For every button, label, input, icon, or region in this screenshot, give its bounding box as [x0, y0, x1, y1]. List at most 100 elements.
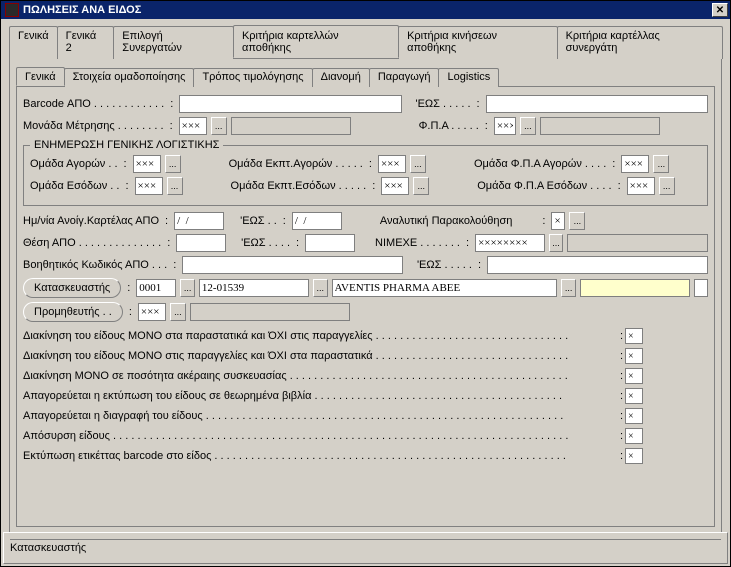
om-ekpt-agoron-pick[interactable]: ...	[410, 155, 426, 173]
supplier-button[interactable]: Προμηθευτής . .	[23, 302, 123, 322]
om-fpa-agoron-input[interactable]	[621, 155, 649, 173]
manuf-code2-input[interactable]	[199, 279, 309, 297]
check-label-2: Διακίνηση του είδους ΜΟΝΟ στις παραγγελί…	[23, 350, 618, 362]
nimexe-desc	[567, 234, 708, 252]
ellipsis-icon: ...	[658, 159, 666, 169]
label-om-ekpt-esodon: Ομάδα Εκπτ.Εσόδων . . . . .	[231, 180, 367, 192]
tab-kritiria-kartellon-apothikis[interactable]: Κριτήρια καρτελλών αποθήκης	[233, 25, 399, 58]
thesi-from-input[interactable]	[176, 234, 226, 252]
mm-code-input[interactable]	[179, 117, 207, 135]
anal-par-pick[interactable]: ...	[569, 212, 585, 230]
inner-tab-dianomi[interactable]: Διανομή	[312, 68, 370, 87]
om-agoron-pick[interactable]: ...	[165, 155, 181, 173]
tab-genika[interactable]: Γενικά	[9, 26, 58, 59]
label-barcode-from: Barcode ΑΠΟ . . . . . . . . . . . .	[23, 98, 164, 110]
check-label-1: Διακίνηση του είδους ΜΟΝΟ στα παραστατικ…	[23, 330, 618, 342]
supplier-code-input[interactable]	[138, 303, 166, 321]
label-thesi-to: 'ΕΩΣ . . . .	[241, 237, 290, 249]
ellipsis-icon: ...	[316, 283, 324, 293]
label-om-ekpt-agoron: Ομάδα Εκπτ.Αγορών . . . . .	[229, 158, 363, 170]
om-fpa-esodon-input[interactable]	[627, 177, 655, 195]
tab-genika2[interactable]: Γενικά 2	[57, 26, 115, 59]
window-title: ΠΩΛΗΣΕΙΣ ΑΝΑ ΕΙΔΟΣ	[23, 4, 712, 16]
manuf-code2-pick[interactable]: ...	[313, 279, 328, 297]
tab-epilogi-synergaton[interactable]: Επιλογή Συνεργατών	[113, 26, 234, 59]
label-hm-open-to: 'ΕΩΣ . .	[240, 215, 277, 227]
label-fpa: Φ.Π.Α . . . . .	[419, 120, 479, 132]
inner-tab-logistics[interactable]: Logistics	[438, 68, 499, 87]
fpa-code-input[interactable]	[494, 117, 516, 135]
manufacturer-button[interactable]: Κατασκευαστής	[23, 278, 121, 298]
tab-kritiria-kartellas-synergati[interactable]: Κριτήρια καρτέλλας συνεργάτη	[557, 26, 723, 59]
om-fpa-esodon-pick[interactable]: ...	[659, 177, 675, 195]
check-row: Διακίνηση του είδους ΜΟΝΟ στις παραγγελί…	[23, 348, 643, 364]
ellipsis-icon: ...	[417, 181, 425, 191]
supplier-desc-input	[190, 303, 350, 321]
label-barcode-to: 'ΕΩΣ . . . . .	[416, 98, 471, 110]
anal-par-input[interactable]	[551, 212, 565, 230]
om-esodon-pick[interactable]: ...	[167, 177, 183, 195]
client-area: Γενικά Γενικά 2 Επιλογή Συνεργατών Κριτή…	[1, 19, 730, 537]
inner-tab-paragogi[interactable]: Παραγωγή	[369, 68, 440, 87]
manuf-name-input[interactable]	[332, 279, 558, 297]
ellipsis-icon: ...	[524, 121, 532, 131]
inner-tab-tropos-timologisis[interactable]: Τρόπος τιμολόγησης	[193, 68, 312, 87]
check-label-5: Απαγορεύεται η διαγραφή του είδους . . .…	[23, 410, 618, 422]
ellipsis-icon: ...	[565, 283, 573, 293]
voith-to-input[interactable]	[487, 256, 708, 274]
label-thesi-from: Θέση ΑΠΟ . . . . . . . . . . . . . .	[23, 237, 161, 249]
om-fpa-agoron-pick[interactable]: ...	[653, 155, 669, 173]
mm-desc-input	[231, 117, 351, 135]
nimexe-pick[interactable]: ...	[549, 234, 563, 252]
manuf-code1-input[interactable]	[136, 279, 176, 297]
check-input-2[interactable]	[625, 348, 643, 364]
label-mm: Μονάδα Μέτρησης . . . . . . . .	[23, 120, 164, 132]
supplier-code-pick[interactable]: ...	[170, 303, 186, 321]
check-input-6[interactable]	[625, 428, 643, 444]
close-button[interactable]: ✕	[712, 3, 728, 17]
app-window: ΠΩΛΗΣΕΙΣ ΑΝΑ ΕΙΔΟΣ ✕ Γενικά Γενικά 2 Επι…	[0, 0, 731, 567]
label-om-agoron: Ομάδα Αγορών . .	[30, 158, 118, 170]
inner-tab-genika[interactable]: Γενικά	[16, 67, 65, 86]
tab-kritiria-kiniseon-apothikis[interactable]: Κριτήρια κινήσεων αποθήκης	[398, 26, 558, 59]
check-input-7[interactable]	[625, 448, 643, 464]
om-ekpt-esodon-input[interactable]	[381, 177, 409, 195]
mm-pick-button[interactable]: ...	[211, 117, 227, 135]
label-nimexe: ΝΙΜΕΧΕ . . . . . . .	[375, 237, 460, 249]
manuf-name-pick[interactable]: ...	[561, 279, 576, 297]
manuf-extra-input[interactable]	[580, 279, 690, 297]
check-input-4[interactable]	[625, 388, 643, 404]
nimexe-input[interactable]	[475, 234, 545, 252]
check-row: Απόσυρση είδους . . . . . . . . . . . . …	[23, 428, 643, 444]
check-row: Διακίνηση ΜΟΝΟ σε ποσότητα ακέραιης συσκ…	[23, 368, 643, 384]
barcode-from-input[interactable]	[179, 95, 401, 113]
check-row: Εκτύπωση ετικέττας barcode στο είδος . .…	[23, 448, 643, 464]
thesi-to-input[interactable]	[305, 234, 355, 252]
om-ekpt-esodon-pick[interactable]: ...	[413, 177, 429, 195]
check-label-6: Απόσυρση είδους . . . . . . . . . . . . …	[23, 430, 618, 442]
manuf-flag-input[interactable]	[694, 279, 708, 297]
outer-tabstrip: Γενικά Γενικά 2 Επιλογή Συνεργατών Κριτή…	[9, 25, 722, 59]
ellipsis-icon: ...	[574, 216, 582, 226]
voith-from-input[interactable]	[182, 256, 403, 274]
check-input-1[interactable]	[625, 328, 643, 344]
om-esodon-input[interactable]	[135, 177, 163, 195]
app-icon	[5, 3, 19, 17]
date-open-from-input[interactable]	[174, 212, 224, 230]
fpa-pick-button[interactable]: ...	[520, 117, 536, 135]
statusbar-text: Κατασκευαστής	[10, 542, 86, 554]
check-input-3[interactable]	[625, 368, 643, 384]
label-anal-par: Αναλυτική Παρακολούθηση	[380, 215, 513, 227]
inner-tab-stoixeia-omadopoiisis[interactable]: Στοιχεία ομαδοποίησης	[64, 68, 195, 87]
om-agoron-input[interactable]	[133, 155, 161, 173]
check-input-5[interactable]	[625, 408, 643, 424]
manuf-code1-pick[interactable]: ...	[180, 279, 195, 297]
check-row: Διακίνηση του είδους ΜΟΝΟ στα παραστατικ…	[23, 328, 643, 344]
ellipsis-icon: ...	[663, 181, 671, 191]
close-icon: ✕	[716, 5, 724, 16]
date-open-to-input[interactable]	[292, 212, 342, 230]
om-ekpt-agoron-input[interactable]	[378, 155, 406, 173]
check-label-7: Εκτύπωση ετικέττας barcode στο είδος . .…	[23, 450, 618, 462]
group-logistiki-title: ΕΝΗΜΕΡΩΣΗ ΓΕΝΙΚΗΣ ΛΟΓΙΣΤΙΚΗΣ	[30, 139, 223, 151]
barcode-to-input[interactable]	[486, 95, 708, 113]
